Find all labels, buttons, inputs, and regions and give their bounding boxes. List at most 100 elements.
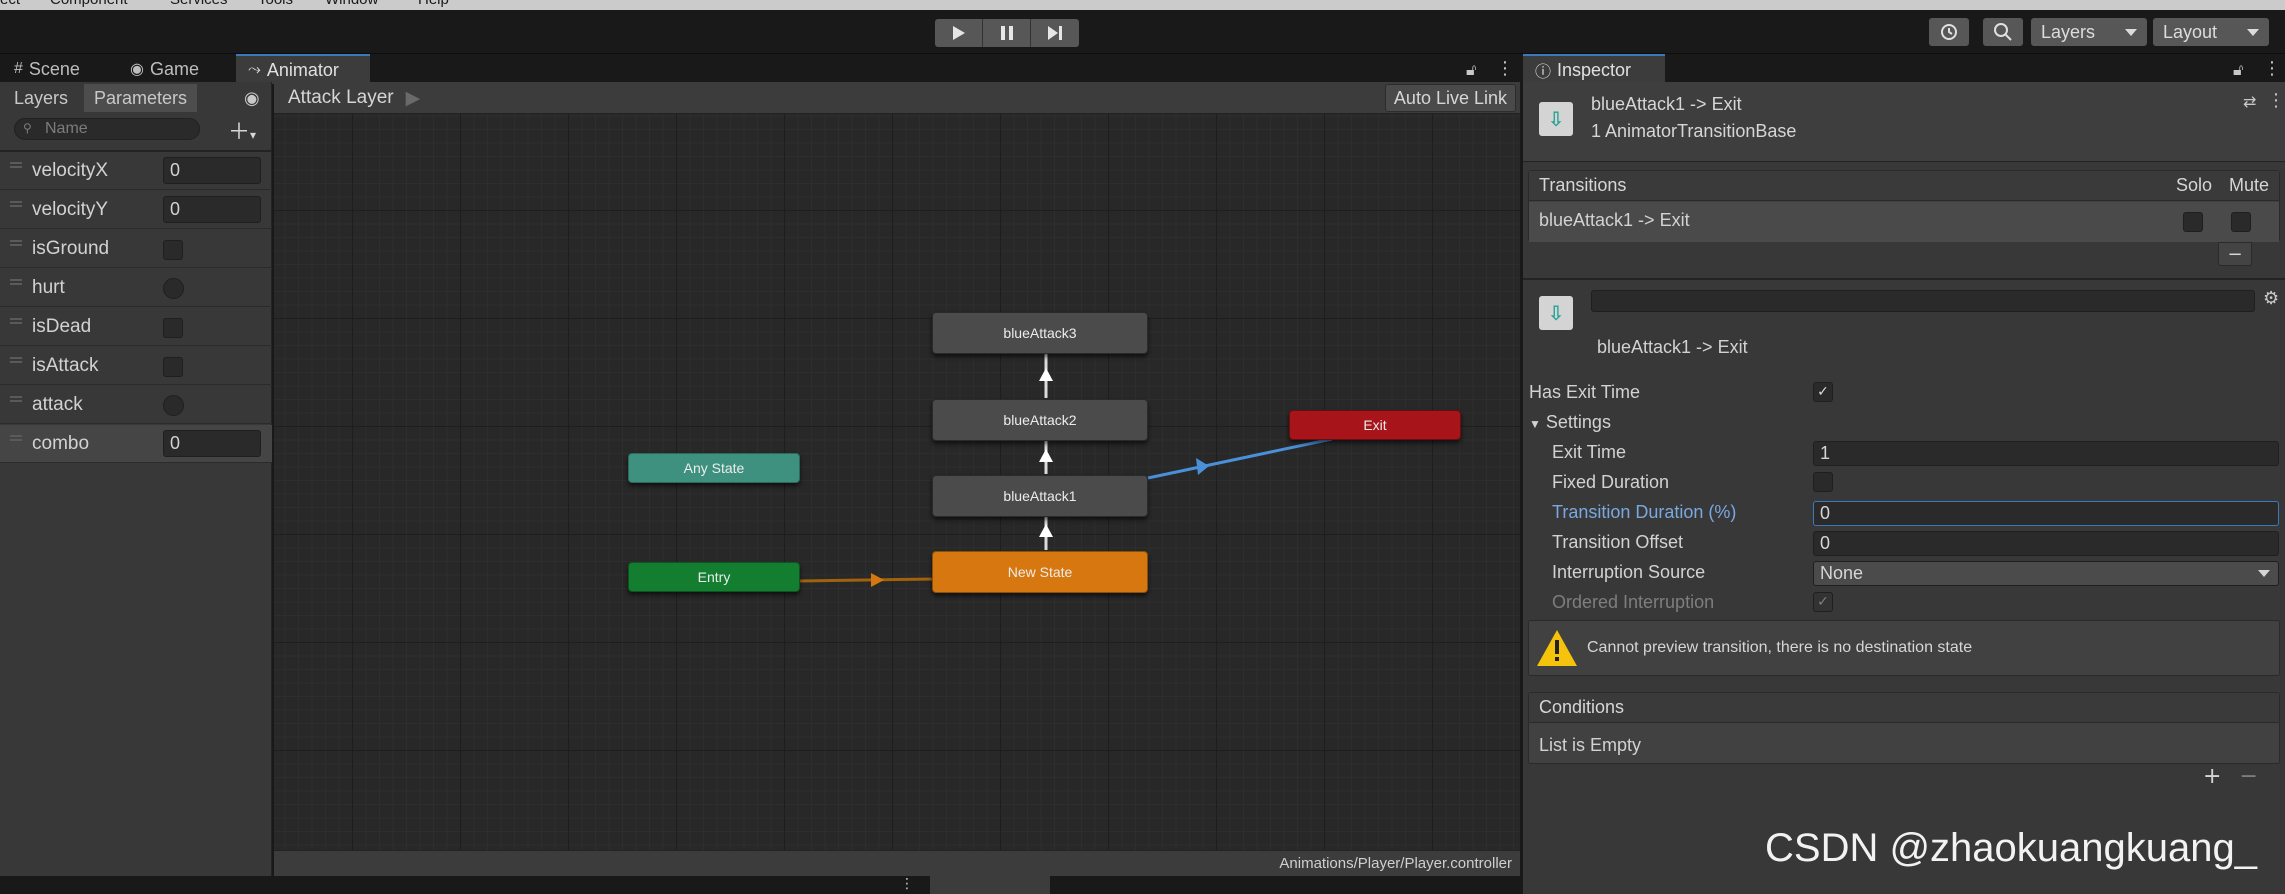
- mute-checkbox[interactable]: [2231, 212, 2251, 232]
- auto-live-link-button[interactable]: Auto Live Link: [1384, 84, 1516, 112]
- tab-scene-label: Scene: [28, 58, 80, 79]
- step-button[interactable]: [1031, 19, 1079, 47]
- tab-animator[interactable]: ⤳ Animator: [236, 54, 370, 84]
- state-node-new-state[interactable]: New State: [932, 551, 1148, 593]
- transition-line-selected[interactable]: [1147, 437, 1333, 480]
- parameter-trigger-toggle[interactable]: [163, 395, 184, 416]
- remove-transition-button[interactable]: −: [2218, 242, 2252, 266]
- layout-dropdown[interactable]: Layout: [2153, 18, 2269, 46]
- parameter-row[interactable]: velocityY 0: [0, 191, 272, 229]
- transition-row[interactable]: blueAttack1 -> Exit: [1529, 202, 2279, 242]
- preset-icon[interactable]: ⇄: [2243, 92, 2256, 111]
- fixed-duration-checkbox[interactable]: [1813, 472, 1833, 492]
- breadcrumb-label: Attack Layer: [288, 87, 394, 108]
- transition-name-field[interactable]: [1591, 290, 2255, 312]
- parameter-trigger-toggle[interactable]: [163, 278, 184, 299]
- inspector-subtitle: 1 AnimatorTransitionBase: [1591, 121, 1797, 141]
- parameter-bool-checkbox[interactable]: [163, 357, 183, 377]
- layers-subtab[interactable]: Layers: [4, 84, 78, 112]
- parameter-row[interactable]: isDead: [0, 308, 272, 346]
- settings-foldout[interactable]: ▼ Settings: [1529, 412, 1611, 433]
- chevron-down-icon: [2125, 28, 2137, 36]
- gear-icon[interactable]: ⚙: [2263, 288, 2279, 309]
- drag-handle-icon[interactable]: [10, 318, 22, 324]
- tab-animator-label: Animator: [266, 59, 339, 80]
- menu-item[interactable]: Help: [418, 0, 449, 8]
- remove-condition-button[interactable]: −: [2239, 764, 2257, 789]
- exit-time-field[interactable]: 1: [1813, 441, 2279, 466]
- more-options-icon[interactable]: ⋮: [2263, 58, 2281, 79]
- search-icon: ⚲: [23, 121, 32, 135]
- menu-item[interactable]: Tools: [258, 0, 293, 8]
- animator-icon: ⤳: [248, 61, 261, 78]
- more-options-icon[interactable]: ⋮: [900, 876, 914, 892]
- drag-handle-icon[interactable]: [10, 240, 22, 246]
- drag-handle-icon[interactable]: [10, 357, 22, 363]
- parameter-name: attack: [32, 393, 83, 415]
- transition-arrow: [1039, 368, 1053, 381]
- parameter-row[interactable]: isAttack: [0, 347, 272, 385]
- add-parameter-button[interactable]: ＋▾: [228, 114, 256, 146]
- menu-item[interactable]: ect: [0, 0, 20, 8]
- parameter-value-field[interactable]: 0: [163, 157, 261, 184]
- parameter-row[interactable]: attack: [0, 386, 272, 424]
- parameter-name: isDead: [32, 315, 92, 337]
- any-state-node[interactable]: Any State: [628, 453, 800, 483]
- graph-header: Attack Layer ▶ Auto Live Link: [274, 82, 1520, 114]
- menu-item[interactable]: Window: [325, 0, 378, 8]
- has-exit-time-checkbox[interactable]: ✓: [1813, 382, 1833, 402]
- exit-node[interactable]: Exit: [1289, 410, 1461, 440]
- transition-offset-field[interactable]: 0: [1813, 531, 2279, 556]
- menu-item[interactable]: Services: [170, 0, 228, 8]
- transition-line-entry[interactable]: [798, 577, 935, 583]
- conditions-footer: + −: [2193, 764, 2263, 789]
- more-options-icon[interactable]: ⋮: [2267, 90, 2285, 111]
- interruption-source-dropdown[interactable]: None: [1813, 561, 2279, 586]
- parameters-subtab[interactable]: Parameters: [84, 84, 198, 112]
- lock-icon[interactable]: 🔓︎: [1466, 60, 1476, 80]
- add-condition-button[interactable]: +: [2203, 764, 2221, 789]
- transition-duration-field[interactable]: 0: [1813, 501, 2279, 526]
- tab-inspector[interactable]: ⓘ Inspector: [1523, 54, 1665, 84]
- search-placeholder: Name: [45, 120, 88, 137]
- chevron-right-icon: ▶: [405, 87, 421, 109]
- parameter-row[interactable]: isGround: [0, 230, 272, 268]
- parameter-bool-checkbox[interactable]: [163, 240, 183, 260]
- lock-icon[interactable]: 🔓︎: [2233, 60, 2243, 80]
- layers-dropdown[interactable]: Layers: [2031, 18, 2147, 46]
- history-button[interactable]: [1929, 18, 1969, 46]
- parameter-row[interactable]: velocityX 0: [0, 152, 272, 190]
- inspector-tab-bar: ⓘ Inspector 🔓︎ ⋮: [1523, 54, 2285, 84]
- parameter-row[interactable]: combo 0: [0, 425, 272, 463]
- drag-handle-icon[interactable]: [10, 435, 22, 441]
- parameter-value-field[interactable]: 0: [163, 430, 261, 457]
- solo-checkbox[interactable]: [2183, 212, 2203, 232]
- transition-offset-label: Transition Offset: [1552, 532, 1684, 552]
- pause-button[interactable]: [983, 19, 1031, 47]
- menu-item[interactable]: Component: [50, 0, 128, 8]
- play-button[interactable]: [935, 19, 983, 47]
- drag-handle-icon[interactable]: [10, 201, 22, 207]
- eye-icon[interactable]: ◉: [244, 88, 260, 109]
- parameter-value-field[interactable]: 0: [163, 196, 261, 223]
- drag-handle-icon[interactable]: [10, 396, 22, 402]
- grid-icon: #: [14, 60, 23, 77]
- state-node-blueattack2[interactable]: blueAttack2: [932, 399, 1148, 441]
- state-node-blueattack1[interactable]: blueAttack1: [932, 475, 1148, 517]
- exit-time-label: Exit Time: [1552, 442, 1627, 462]
- search-button[interactable]: [1983, 18, 2023, 46]
- drag-handle-icon[interactable]: [10, 279, 22, 285]
- parameter-search-input[interactable]: ⚲ Name: [14, 118, 200, 140]
- tab-project[interactable]: [930, 876, 1050, 894]
- tab-scene[interactable]: # Scene: [2, 54, 92, 84]
- parameter-row[interactable]: hurt: [0, 269, 272, 307]
- drag-handle-icon[interactable]: [10, 162, 22, 168]
- warning-helpbox: Cannot preview transition, there is no d…: [1528, 620, 2280, 676]
- state-node-blueattack3[interactable]: blueAttack3: [932, 312, 1148, 354]
- breadcrumb[interactable]: Attack Layer ▶: [280, 84, 432, 112]
- more-options-icon[interactable]: ⋮: [1496, 58, 1514, 79]
- parameter-bool-checkbox[interactable]: [163, 318, 183, 338]
- entry-node[interactable]: Entry: [628, 562, 800, 592]
- tab-game[interactable]: ◉ Game: [118, 54, 211, 84]
- layers-dropdown-label: Layers: [2041, 21, 2096, 42]
